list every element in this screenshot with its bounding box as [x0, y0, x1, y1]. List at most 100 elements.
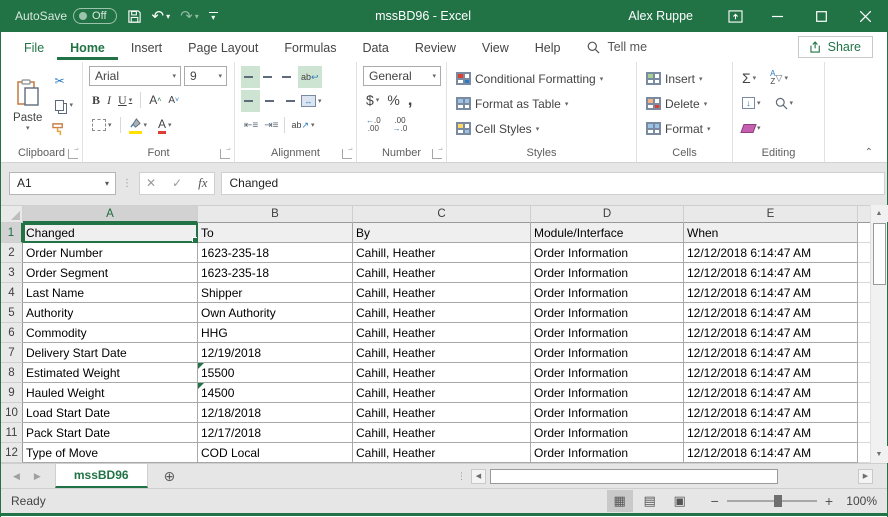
scroll-down-icon[interactable]: ▼ — [871, 446, 888, 463]
tab-file[interactable]: File — [11, 35, 57, 60]
redo-dropdown-icon[interactable]: ▾ — [195, 12, 199, 21]
decrease-decimal-button[interactable]: .00→.0 — [390, 114, 411, 136]
cell-E10[interactable]: 12/12/2018 6:14:47 AM — [684, 403, 858, 423]
cell-E2[interactable]: 12/12/2018 6:14:47 AM — [684, 243, 858, 263]
cell-C12[interactable]: Cahill, Heather — [353, 443, 531, 463]
top-align-button[interactable] — [241, 66, 260, 88]
cell-E1[interactable]: When — [684, 223, 858, 243]
name-box[interactable]: A1▾ — [9, 172, 116, 195]
cell-B6[interactable]: HHG — [198, 323, 353, 343]
tab-review[interactable]: Review — [402, 35, 469, 60]
align-center-button[interactable] — [260, 90, 279, 112]
delete-cells-button[interactable]: Delete▾ — [643, 93, 726, 114]
column-header-d[interactable]: D — [531, 205, 684, 223]
scroll-left-icon[interactable]: ◀ — [471, 469, 486, 484]
cell-C6[interactable]: Cahill, Heather — [353, 323, 531, 343]
sheet-next-icon[interactable]: ▶ — [34, 471, 41, 482]
row-header-8[interactable]: 8 — [1, 363, 23, 383]
horizontal-scrollbar[interactable]: ⋮ ◀ ▶ — [457, 464, 887, 488]
accounting-dropdown-icon[interactable]: ▾ — [376, 96, 380, 104]
maximize-button[interactable] — [799, 0, 843, 32]
cell-E6[interactable]: 12/12/2018 6:14:47 AM — [684, 323, 858, 343]
font-family-combo[interactable]: Arial▾ — [89, 66, 181, 86]
cell-A3[interactable]: Order Segment — [23, 263, 198, 283]
autosave-toggle[interactable]: Off — [73, 8, 116, 24]
tab-data[interactable]: Data — [349, 35, 401, 60]
cell-C1[interactable]: By — [353, 223, 531, 243]
cell-D7[interactable]: Order Information — [531, 343, 684, 363]
copy-button[interactable]: ▾ — [48, 94, 76, 116]
number-dialog-launcher[interactable] — [432, 149, 442, 159]
zoom-out-button[interactable]: − — [711, 493, 719, 509]
redo-button[interactable]: ↷▾ — [180, 7, 199, 25]
cell-E12[interactable]: 12/12/2018 6:14:47 AM — [684, 443, 858, 463]
select-all-button[interactable] — [1, 205, 23, 223]
clear-button[interactable]: ▾ — [739, 117, 764, 139]
cell-C5[interactable]: Cahill, Heather — [353, 303, 531, 323]
sheet-tab-mssbd96[interactable]: mssBD96 — [55, 464, 148, 488]
tab-formulas[interactable]: Formulas — [271, 35, 349, 60]
sheet-prev-icon[interactable]: ◀ — [13, 471, 20, 482]
tabbar-splitter[interactable]: ⋮ — [457, 471, 467, 482]
cell-styles-button[interactable]: Cell Styles▾ — [453, 118, 630, 139]
formula-bar-divider[interactable]: ⋮ — [122, 178, 133, 189]
increase-decimal-button[interactable]: ←.0.00 — [363, 114, 384, 136]
cell-B10[interactable]: 12/18/2018 — [198, 403, 353, 423]
percent-style-button[interactable]: % — [384, 89, 402, 111]
cell-A11[interactable]: Pack Start Date — [23, 423, 198, 443]
cell-A9[interactable]: Hauled Weight — [23, 383, 198, 403]
insert-cells-button[interactable]: Insert▾ — [643, 68, 726, 89]
tab-page-layout[interactable]: Page Layout — [175, 35, 271, 60]
decrease-indent-button[interactable]: ⇤≡ — [241, 114, 261, 136]
row-header-2[interactable]: 2 — [1, 243, 23, 263]
tab-insert[interactable]: Insert — [118, 35, 175, 60]
align-left-button[interactable] — [241, 90, 260, 112]
user-name[interactable]: Alex Ruppe — [628, 9, 693, 23]
collapse-ribbon-button[interactable]: ⌃ — [865, 147, 873, 158]
page-layout-view-button[interactable]: ▤ — [637, 490, 663, 512]
zoom-in-button[interactable]: + — [825, 493, 833, 509]
horizontal-scroll-thumb[interactable] — [490, 469, 778, 484]
normal-view-button[interactable]: ▦ — [607, 490, 633, 512]
accounting-format-button[interactable]: $▾ — [363, 89, 382, 111]
font-size-combo[interactable]: 9▾ — [184, 66, 227, 86]
cell-B2[interactable]: 1623-235-18 — [198, 243, 353, 263]
cell-A1[interactable]: Changed — [23, 223, 198, 243]
copy-dropdown-icon[interactable]: ▾ — [69, 101, 73, 109]
tell-me-box[interactable]: Tell me — [587, 40, 647, 54]
find-select-button[interactable]: ▾ — [772, 92, 797, 114]
scroll-up-icon[interactable]: ▲ — [871, 205, 888, 222]
row-header-10[interactable]: 10 — [1, 403, 23, 423]
name-box-dropdown-icon[interactable]: ▾ — [105, 179, 115, 188]
cell-E11[interactable]: 12/12/2018 6:14:47 AM — [684, 423, 858, 443]
cell-A10[interactable]: Load Start Date — [23, 403, 198, 423]
middle-align-button[interactable] — [260, 66, 279, 88]
cell-C11[interactable]: Cahill, Heather — [353, 423, 531, 443]
cell-E5[interactable]: 12/12/2018 6:14:47 AM — [684, 303, 858, 323]
fill-color-dropdown-icon[interactable]: ▾ — [144, 121, 148, 129]
row-header-9[interactable]: 9 — [1, 383, 23, 403]
cell-E4[interactable]: 12/12/2018 6:14:47 AM — [684, 283, 858, 303]
cell-D5[interactable]: Order Information — [531, 303, 684, 323]
borders-button[interactable]: ▾ — [89, 114, 115, 136]
format-as-table-button[interactable]: Format as Table▾ — [453, 93, 630, 114]
align-right-button[interactable] — [279, 90, 298, 112]
increase-indent-button[interactable]: ⇥≡ — [261, 114, 281, 136]
bottom-align-button[interactable] — [279, 66, 298, 88]
fill-color-button[interactable]: ▾ — [126, 114, 151, 136]
cell-B7[interactable]: 12/19/2018 — [198, 343, 353, 363]
cell-B9[interactable]: 14500 — [198, 383, 353, 403]
merge-center-dropdown-icon[interactable]: ▾ — [318, 97, 322, 105]
cell-A4[interactable]: Last Name — [23, 283, 198, 303]
sort-filter-button[interactable]: AZ▽▾ — [767, 67, 791, 89]
column-header-e[interactable]: E — [684, 205, 858, 223]
column-header-b[interactable]: B — [198, 205, 353, 223]
customize-qat-button[interactable]: ▾ — [209, 12, 218, 20]
row-header-3[interactable]: 3 — [1, 263, 23, 283]
cell-A6[interactable]: Commodity — [23, 323, 198, 343]
cell-D9[interactable]: Order Information — [531, 383, 684, 403]
zoom-slider-thumb[interactable] — [774, 495, 782, 507]
cell-D4[interactable]: Order Information — [531, 283, 684, 303]
column-header-c[interactable]: C — [353, 205, 531, 223]
row-header-1[interactable]: 1 — [1, 223, 23, 243]
